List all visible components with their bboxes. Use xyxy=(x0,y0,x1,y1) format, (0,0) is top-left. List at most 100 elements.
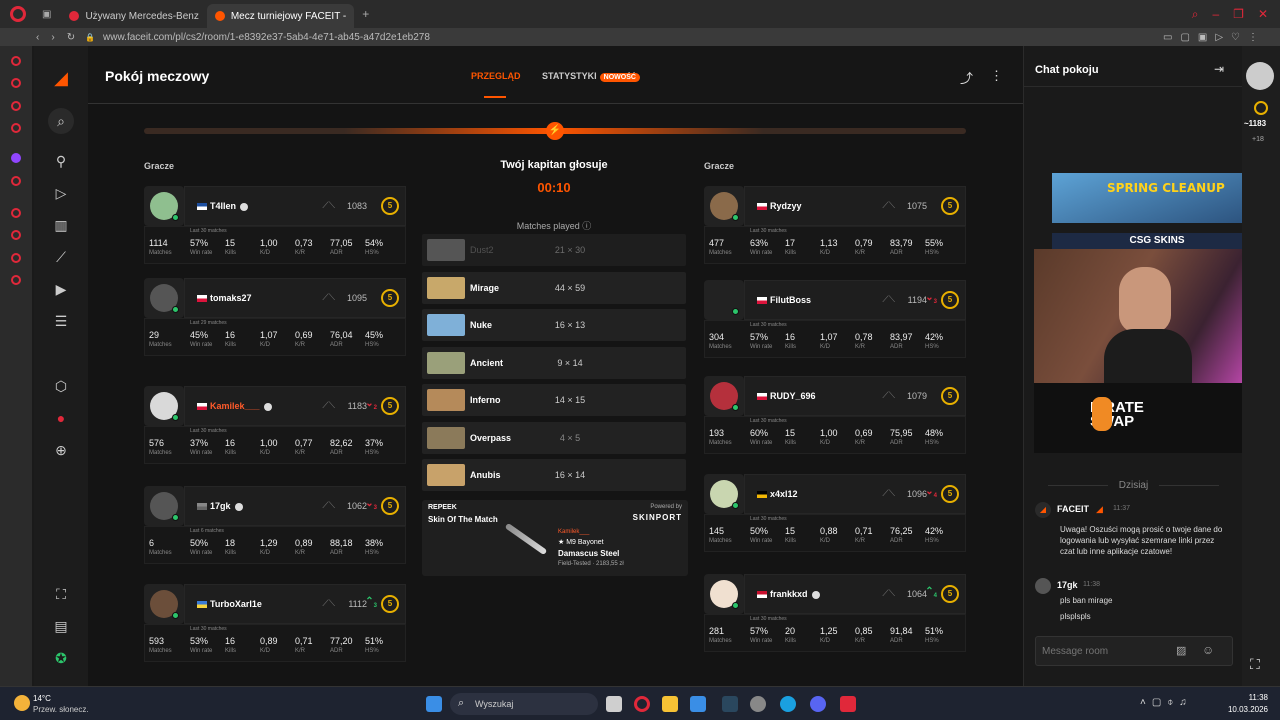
player-avatar[interactable] xyxy=(144,278,184,318)
close-icon[interactable]: ✕ xyxy=(1258,7,1268,21)
leaderboard-icon[interactable]: ▥ xyxy=(51,215,71,235)
player-name[interactable]: frankkxd xyxy=(757,589,820,599)
taskbar-search[interactable]: ⌕ Wyszukaj xyxy=(450,693,598,715)
store-icon[interactable] xyxy=(690,696,706,712)
play-icon[interactable]: ▷ xyxy=(51,183,71,203)
back-icon[interactable]: ‹ xyxy=(36,32,39,43)
task-view-icon[interactable] xyxy=(606,696,622,712)
team-icon[interactable]: ● xyxy=(51,408,71,428)
tab-stats[interactable]: STATYSTYKI NOWOŚĆ xyxy=(542,71,640,82)
player-card[interactable]: Kamilek___ ⟋⟍ 1183 ⌄2 5 Last 30 matches 576 Mat… xyxy=(144,386,406,466)
maximize-icon[interactable]: ❐ xyxy=(1233,7,1244,21)
steam-icon[interactable] xyxy=(722,696,738,712)
forward-icon[interactable]: › xyxy=(51,32,54,43)
fullscreen-icon[interactable]: ⛶ xyxy=(51,584,71,604)
shop-icon[interactable]: ▤ xyxy=(51,616,71,636)
player-card[interactable]: RUDY_696 ⟋⟍ 1079 5 Last 30 matches 193 Matches… xyxy=(704,376,966,456)
history-icon[interactable] xyxy=(11,230,21,240)
extensions-icons[interactable]: ▭▢▣▷♡⋮ xyxy=(1163,32,1266,43)
stats-icon[interactable]: ⟋ xyxy=(51,247,71,267)
add-icon[interactable]: ⊕ xyxy=(51,440,71,460)
tab-overview[interactable]: PRZEGLĄD xyxy=(471,71,521,81)
player-avatar[interactable] xyxy=(144,186,184,226)
weather-icon[interactable] xyxy=(14,695,30,711)
player-card[interactable]: T4llen ⟋⟍ 1083 5 Last 30 matches 1114 Matches 5… xyxy=(144,186,406,266)
url-text[interactable]: www.faceit.com/pl/cs2/room/1-e8392e37-5a… xyxy=(103,32,430,43)
map-row[interactable]: Nuke 16 × 13 xyxy=(422,309,686,341)
profile-avatar[interactable] xyxy=(1246,62,1274,90)
tray-icons[interactable]: ˄▢⌽♫ xyxy=(1140,697,1193,708)
opera-logo-icon[interactable] xyxy=(10,6,26,22)
player-card[interactable]: Rydzyy ⟋⟍ 1075 5 Last 30 matches 477 Matches 63… xyxy=(704,186,966,266)
faceit-logo-icon[interactable]: ◢ xyxy=(51,68,71,88)
find-players-icon[interactable]: ⚲ xyxy=(51,151,71,171)
image-icon[interactable]: ▨ xyxy=(1176,644,1186,657)
player-avatar[interactable] xyxy=(704,574,744,614)
sidebar-app-icon[interactable] xyxy=(11,208,21,218)
player-name[interactable]: RUDY_696 xyxy=(757,391,816,401)
player-name[interactable]: 17gk xyxy=(197,501,243,511)
player-name[interactable]: Rydzyy xyxy=(757,201,802,211)
player-card[interactable]: FilutBoss ⟋⟍ 1194 ⌄3 5 Last 30 matches 304 Matc… xyxy=(704,280,966,360)
sidebar-app-icon[interactable] xyxy=(11,56,21,66)
player-card[interactable]: x4xl12 ⟋⟍ 1096 ⌄4 5 Last 30 matches 145 Matches… xyxy=(704,474,966,554)
club-icon[interactable]: ⬡ xyxy=(51,376,71,396)
player-avatar[interactable] xyxy=(144,584,184,624)
emoji-icon[interactable]: ☺ xyxy=(1202,643,1214,657)
sidebar-app-icon[interactable] xyxy=(11,176,21,186)
player-name[interactable]: tomaks27 xyxy=(197,293,252,303)
player-avatar[interactable] xyxy=(144,386,184,426)
map-row[interactable]: Anubis 16 × 14 xyxy=(422,459,686,491)
shield-icon[interactable] xyxy=(840,696,856,712)
video-icon[interactable]: ▶ xyxy=(51,279,71,299)
tab-mercedes[interactable]: Używany Mercedes-Benz xyxy=(61,4,206,28)
star-icon[interactable]: ✪ xyxy=(51,648,71,668)
minimize-icon[interactable]: – xyxy=(1212,7,1219,21)
collapse-chat-icon[interactable]: ⇥ xyxy=(1214,62,1224,76)
player-avatar[interactable] xyxy=(704,186,744,226)
skin-of-the-match-card[interactable]: REPEEK Skin Of The Match Powered by SKIN… xyxy=(422,500,688,576)
map-row[interactable]: Mirage 44 × 59 xyxy=(422,271,686,304)
player-card[interactable]: 17gk ⟋⟍ 1062 ⌄3 5 Last 6 matches 6 Matches 50% Wi… xyxy=(144,486,406,566)
windows-start-icon[interactable] xyxy=(426,696,442,712)
player-name[interactable]: x4xl12 xyxy=(757,489,798,499)
sidebar-app-icon[interactable] xyxy=(11,123,21,133)
explorer-icon[interactable] xyxy=(662,696,678,712)
player-card[interactable]: TurboXarl1e ⟋⟍ 1112 ⌃3 5 Last 30 matches 593 Ma… xyxy=(144,584,406,664)
discord-icon[interactable] xyxy=(810,696,826,712)
twitch-icon[interactable] xyxy=(11,153,21,163)
player-card[interactable]: frankkxd ⟋⟍ 1064 ⌃4 5 Last 30 matches 281 Match… xyxy=(704,574,966,654)
sidebar-app-icon[interactable] xyxy=(11,101,21,111)
player-card[interactable]: tomaks27 ⟋⟍ 1095 5 Last 29 matches 29 Matches 4… xyxy=(144,278,406,358)
map-row[interactable]: Inferno 14 × 15 xyxy=(422,384,686,416)
search-icon[interactable]: ⌕ xyxy=(48,108,74,134)
tab-faceit[interactable]: Mecz turniejowy FACEIT - xyxy=(206,4,355,28)
tab-overview-icon[interactable]: ▣ xyxy=(42,9,51,20)
map-row[interactable]: Ancient 9 × 14 xyxy=(422,346,686,379)
player-name[interactable]: T4llen xyxy=(197,201,249,211)
search-icon[interactable]: ⌕ xyxy=(1192,7,1199,22)
player-avatar[interactable] xyxy=(704,280,744,320)
list-icon[interactable]: ☰ xyxy=(51,311,71,331)
player-name[interactable]: FilutBoss xyxy=(757,295,811,305)
settings-icon[interactable] xyxy=(11,275,21,285)
reload-icon[interactable]: ↻ xyxy=(67,32,75,43)
player-avatar[interactable] xyxy=(704,474,744,514)
player-name[interactable]: Kamilek___ xyxy=(197,401,272,411)
more-icon[interactable]: ⋮ xyxy=(990,68,1003,84)
player-name[interactable]: TurboXarl1e xyxy=(197,599,262,609)
edge-icon[interactable] xyxy=(780,696,796,712)
share-icon[interactable]: ⤴ xyxy=(960,68,973,87)
opera-taskbar-icon[interactable] xyxy=(634,696,650,712)
sidebar-app-icon[interactable] xyxy=(11,253,21,263)
sidebar-app-icon[interactable] xyxy=(11,78,21,88)
message-input[interactable] xyxy=(1036,637,1166,665)
new-tab-icon[interactable]: + xyxy=(362,7,369,21)
notifications-icon[interactable]: ⛶ xyxy=(1250,656,1260,673)
player-avatar[interactable] xyxy=(704,376,744,416)
app-icon[interactable] xyxy=(750,696,766,712)
player-avatar[interactable] xyxy=(144,486,184,526)
map-row[interactable]: Dust2 21 × 30 xyxy=(422,234,686,266)
info-icon[interactable]: ⓘ xyxy=(582,221,591,231)
map-row[interactable]: Overpass 4 × 5 xyxy=(422,421,686,454)
